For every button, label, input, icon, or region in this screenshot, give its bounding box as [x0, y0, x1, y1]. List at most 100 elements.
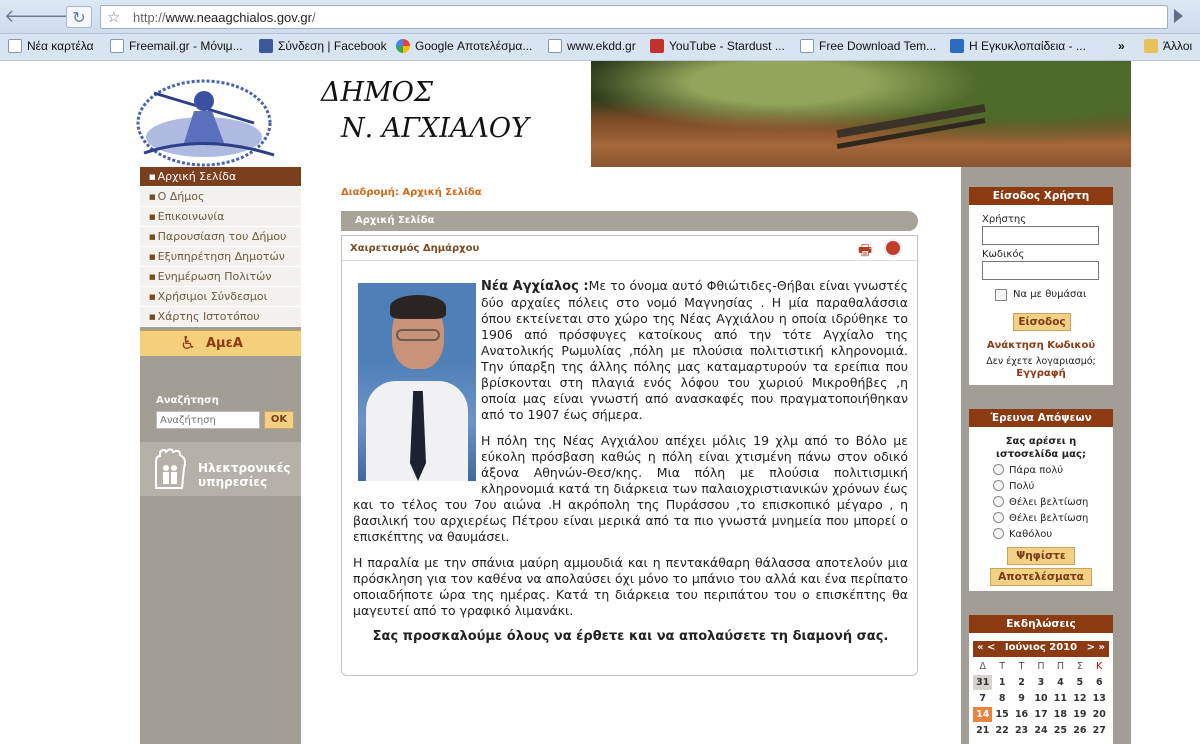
calendar-weekday: Π [1037, 661, 1045, 672]
article-paragraph: Η παραλία με την σπάνια μαύρη αμμουδιά κ… [353, 555, 908, 618]
email-icon[interactable] [884, 239, 902, 257]
calendar-day[interactable]: 20 [1090, 707, 1109, 722]
reload-icon[interactable]: ↻ [66, 6, 92, 28]
forgot-password-link[interactable]: Ανάκτηση Κωδικού [969, 340, 1113, 351]
menu-item-citizen-service[interactable]: Εξυπηρέτηση Δημοτών [140, 247, 301, 267]
eservices-link[interactable]: Ηλεκτρονικές υπηρεσίες [140, 442, 301, 496]
radio-icon[interactable] [993, 496, 1004, 507]
calendar-day[interactable]: 25 [1051, 723, 1070, 738]
poll-option[interactable]: Πολύ [993, 480, 1034, 492]
register-link[interactable]: Εγγραφή [969, 368, 1113, 379]
browser-toolbar: 🡐 🡒 ↻ ☆ http://www.neaagchialos.gov.gr/ [0, 0, 1200, 34]
login-button[interactable]: Είσοδος [1013, 313, 1071, 331]
username-field[interactable] [982, 226, 1099, 245]
events-box: Εκδηλώσεις Ιούνιος 2010 « < > » Δ Τ Τ ΠΠ Σ Κ 3… [969, 615, 1113, 744]
menu-item-sitemap[interactable]: Χάρτης Ιστοτόπου [140, 307, 301, 327]
results-button[interactable]: Αποτελέσματα [990, 568, 1092, 586]
calendar-day[interactable]: 11 [1051, 691, 1070, 706]
calendar-day[interactable]: 12 [1070, 691, 1089, 706]
wikipedia-icon [950, 39, 964, 53]
radio-icon[interactable] [993, 528, 1004, 539]
url-text[interactable]: http://www.neaagchialos.gov.gr/ [133, 10, 316, 25]
calendar-prev-button[interactable]: « < [977, 642, 995, 653]
accessibility-link[interactable]: ♿ ΑμεΑ [140, 330, 301, 356]
calendar-day[interactable]: 18 [1051, 707, 1070, 722]
star-icon[interactable]: ☆ [107, 8, 120, 26]
menu-item-news[interactable]: Ενημέρωση Πολιτών [140, 267, 301, 287]
poll-option[interactable]: Πάρα πολύ [993, 464, 1063, 476]
menu-item-contact[interactable]: Επικοινωνία [140, 207, 301, 227]
calendar-day[interactable]: 8 [992, 691, 1011, 706]
menu-item-home[interactable]: Αρχική Σελίδα [140, 167, 301, 187]
bookmark-other-folder[interactable]: Άλλοι [1144, 39, 1192, 56]
calendar-day[interactable]: 15 [992, 707, 1011, 722]
calendar-day[interactable]: 23 [1012, 723, 1031, 738]
bookmarks-bar: Νέα καρτέλα Freemail.gr - Μόνιμ... Σύνδε… [0, 34, 1200, 61]
calendar-day[interactable]: 6 [1090, 675, 1109, 690]
calendar-day[interactable]: 14 [973, 707, 993, 722]
facebook-icon [259, 39, 273, 53]
article: Χαιρετισμός Δημάρχου 🖶 Νέα Αγχίαλος :Με … [341, 235, 918, 676]
menu-item-links[interactable]: Χρήσιμοι Σύνδεσμοι [140, 287, 301, 307]
hand-people-icon [155, 448, 186, 489]
events-title: Εκδηλώσεις [969, 615, 1113, 633]
calendar-header: Ιούνιος 2010 « < > » [973, 641, 1109, 657]
calendar-day[interactable]: 10 [1031, 691, 1050, 706]
youtube-icon [650, 39, 664, 53]
calendar-day[interactable]: 1 [992, 675, 1011, 690]
poll-option[interactable]: Θέλει βελτίωση [993, 496, 1088, 508]
bookmark-encyclopedia[interactable]: Η Εγκυκλοπαίδεια - ... [950, 39, 1086, 56]
calendar-day[interactable]: 5 [1070, 675, 1089, 690]
calendar-day[interactable]: 26 [1070, 723, 1089, 738]
print-icon[interactable]: 🖶 [858, 240, 878, 259]
back-arrow-icon[interactable]: 🡐 [4, 6, 52, 28]
remember-checkbox[interactable] [995, 289, 1007, 301]
calendar-day[interactable]: 7 [973, 691, 992, 706]
bookmark-youtube[interactable]: YouTube - Stardust ... [650, 39, 785, 56]
calendar-day[interactable]: 13 [1090, 691, 1109, 706]
calendar-day[interactable]: 31 [973, 675, 993, 690]
login-box: Είσοδος Χρήστη Χρήστης Κωδικός Να με θυμ… [969, 187, 1113, 385]
calendar-day[interactable]: 16 [1012, 707, 1031, 722]
breadcrumb[interactable]: Διαδρομή: Αρχική Σελίδα [341, 187, 482, 198]
go-icon[interactable] [1174, 9, 1183, 23]
address-bar[interactable]: ☆ http://www.neaagchialos.gov.gr/ [100, 5, 1168, 29]
search-input[interactable] [156, 411, 260, 429]
calendar-day[interactable]: 27 [1090, 723, 1109, 738]
site-header: ΔΗΜΟΣ Ν. ΑΓΧΙΑΛΟΥ [131, 61, 1131, 167]
poll-option[interactable]: Καθόλου [993, 528, 1052, 540]
calendar-day[interactable]: 17 [1031, 707, 1050, 722]
password-field[interactable] [982, 261, 1099, 280]
calendar-day[interactable]: 24 [1031, 723, 1050, 738]
calendar-day[interactable]: 9 [1012, 691, 1031, 706]
vote-button[interactable]: Ψηφίστε [1007, 547, 1075, 565]
calendar-day[interactable]: 4 [1051, 675, 1070, 690]
calendar-next-button[interactable]: > » [1087, 642, 1105, 653]
google-icon [396, 39, 410, 53]
calendar-weekday: Τ [999, 661, 1006, 672]
password-label: Κωδικός [982, 249, 1025, 260]
forward-arrow-icon[interactable]: 🡒 [32, 6, 80, 28]
calendar-day[interactable]: 22 [992, 723, 1011, 738]
article-paragraph: Με το όνομα αυτό Φθιώτιδες-Θήβαι είναι γ… [481, 278, 908, 422]
site-title-line1: ΔΗΜΟΣ [321, 77, 433, 108]
calendar-day[interactable]: 21 [973, 723, 992, 738]
section-title: Αρχική Σελίδα [355, 215, 435, 226]
bookmark-facebook[interactable]: Σύνδεση | Facebook [259, 39, 387, 56]
bookmark-google[interactable]: Google Αποτελέσμα... [396, 39, 532, 56]
calendar-day[interactable]: 19 [1070, 707, 1089, 722]
radio-icon[interactable] [993, 464, 1004, 475]
bookmarks-overflow-icon[interactable]: » [1118, 39, 1125, 56]
bookmark-new-tab[interactable]: Νέα καρτέλα [8, 39, 94, 56]
search-button[interactable]: OK [264, 411, 294, 429]
radio-icon[interactable] [993, 480, 1004, 491]
bookmark-freemail[interactable]: Freemail.gr - Μόνιμ... [110, 39, 243, 56]
bookmark-templates[interactable]: Free Download Tem... [800, 39, 936, 56]
menu-item-presentation[interactable]: Παρουσίαση του Δήμου [140, 227, 301, 247]
calendar-day[interactable]: 2 [1012, 675, 1031, 690]
bookmark-ekdd[interactable]: www.ekdd.gr [548, 39, 636, 56]
menu-item-municipality[interactable]: Ο Δήμος [140, 187, 301, 207]
poll-option[interactable]: Θέλει βελτίωση [993, 512, 1088, 524]
calendar-day[interactable]: 3 [1031, 675, 1050, 690]
radio-icon[interactable] [993, 512, 1004, 523]
